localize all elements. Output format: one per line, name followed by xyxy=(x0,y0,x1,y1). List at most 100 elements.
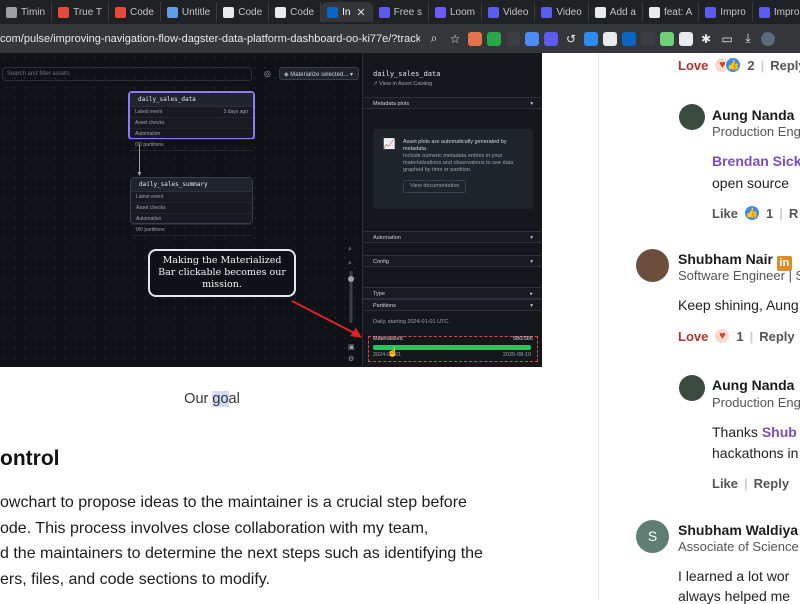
refresh-icon: ◎ xyxy=(264,69,271,78)
like-icon: 👍 xyxy=(725,57,742,73)
profile-avatar[interactable] xyxy=(761,31,775,46)
section-heading: ontrol xyxy=(0,447,60,470)
commenter-role: Production Engi xyxy=(712,395,800,410)
node-row: Latest event 3 days ago xyxy=(130,107,253,118)
article-screenshot: Search and filter assets ◎ ◆ Materialize… xyxy=(0,53,542,367)
reply-button[interactable]: Reply xyxy=(754,476,789,491)
reaction-count: 1 xyxy=(766,205,774,221)
extension-icon[interactable] xyxy=(603,31,617,46)
reply-button[interactable]: R xyxy=(789,206,798,221)
extension-icon[interactable] xyxy=(506,31,520,46)
bookmark-star-icon[interactable]: ☆ xyxy=(447,32,463,46)
paragraph-line: ode. This process involves close collabo… xyxy=(0,519,429,537)
commenter-role: Associate of Science xyxy=(678,539,799,554)
tab-title: Add a xyxy=(609,6,636,18)
tab-title: Free s xyxy=(393,6,422,18)
tab-favicon-icon xyxy=(434,6,446,18)
sidebar-icon[interactable]: ▭ xyxy=(719,32,735,46)
metadata-plots-empty-state: 📈 Asset plots are automatically generate… xyxy=(373,129,533,209)
svg-text:▣: ▣ xyxy=(348,344,355,351)
tab-title: Untitle xyxy=(181,6,211,18)
zoom-icon[interactable]: ⌕ xyxy=(426,31,442,46)
browser-tab[interactable]: Free s xyxy=(373,2,429,22)
browser-tab[interactable]: Code xyxy=(217,2,270,22)
view-documentation-button: View documentation xyxy=(403,180,467,193)
extension-icon[interactable] xyxy=(584,31,598,46)
tab-title: True T xyxy=(73,6,102,18)
tab-title: Code xyxy=(290,6,315,18)
browser-tab-strip: Timin True T Code Untitle Code Code In ✕ Free s L… xyxy=(0,0,800,24)
commenter-name[interactable]: Aung Nanda xyxy=(712,377,794,393)
node-row: Asset checks xyxy=(131,203,252,214)
svg-text:⚙: ⚙ xyxy=(348,355,354,363)
browser-tab[interactable]: Video xyxy=(535,2,589,22)
browser-tab[interactable]: Add a xyxy=(589,2,643,22)
node-row: Automation xyxy=(131,214,252,225)
browser-tab[interactable]: Untitle xyxy=(161,2,218,22)
browser-tab[interactable]: In ✕ xyxy=(321,2,373,22)
browser-tab[interactable]: Code xyxy=(109,2,161,22)
download-icon[interactable]: ⤓ xyxy=(740,31,756,46)
tab-favicon-icon xyxy=(594,6,606,18)
comment-actions: Love ♥ 1 | Reply xyxy=(678,328,795,344)
reply-button[interactable]: Reply xyxy=(770,58,800,73)
like-button[interactable]: Like xyxy=(712,476,738,491)
history-icon[interactable]: ↺ xyxy=(563,32,579,46)
tab-favicon-icon xyxy=(275,6,287,18)
browser-tab[interactable]: Video xyxy=(482,2,536,22)
automation-section: Automation ▾ xyxy=(363,231,542,243)
node-row: Asset checks xyxy=(130,118,253,129)
extension-icon[interactable] xyxy=(622,31,636,46)
tab-favicon-icon xyxy=(114,6,126,18)
tab-favicon-icon xyxy=(758,6,770,18)
extension-icon[interactable] xyxy=(544,31,558,46)
annotation-callout: Making the Materialized Bar clickable be… xyxy=(148,249,296,297)
type-section: Type ▸ xyxy=(363,287,542,299)
extension-icon[interactable] xyxy=(487,31,501,46)
extension-icon[interactable] xyxy=(525,31,539,46)
extension-icon[interactable] xyxy=(468,31,482,46)
comment-mention[interactable]: Brendan Sick xyxy=(712,153,800,169)
panel-title: daily_sales_data xyxy=(373,70,441,78)
materialized-count: 586/586 xyxy=(513,336,533,342)
reply-button[interactable]: Reply xyxy=(759,329,794,344)
close-tab-icon[interactable]: ✕ xyxy=(356,6,365,19)
asset-node-daily-sales-data: daily_sales_data Latest event 3 days ago A… xyxy=(128,91,255,151)
comment-text: I learned a lot wor xyxy=(678,568,790,584)
config-section: Config ▾ xyxy=(363,255,542,267)
tab-favicon-icon xyxy=(487,6,499,18)
reaction-count: 1 xyxy=(736,328,744,344)
browser-tab[interactable]: Code xyxy=(269,2,322,22)
like-button[interactable]: Like xyxy=(712,206,738,221)
extensions-puzzle-icon[interactable]: ✱ xyxy=(698,32,714,46)
extension-icon[interactable] xyxy=(641,31,655,46)
node-title: daily_sales_data xyxy=(130,93,253,107)
browser-tab[interactable]: True T xyxy=(52,2,109,22)
node-row: 0/0 partitions xyxy=(131,225,252,236)
materialized-label: Materialized xyxy=(373,336,403,342)
avatar[interactable] xyxy=(636,249,669,282)
url-input[interactable]: com/pulse/improving-navigation-flow-dags… xyxy=(0,33,420,45)
avatar[interactable] xyxy=(679,375,705,401)
tab-title: Code xyxy=(129,6,154,18)
comment-actions: Like 👍 1 | R xyxy=(712,205,799,221)
love-reaction-button[interactable]: Love xyxy=(678,329,708,344)
browser-tab[interactable]: Timin xyxy=(0,2,53,22)
avatar[interactable]: S xyxy=(636,520,669,553)
range-end: 2025-08-10 xyxy=(503,352,532,358)
tab-title: Video xyxy=(502,6,529,18)
commenter-role: Production Engi xyxy=(712,124,800,139)
materialize-selected-button: ◆ Materialize selected... ▾ xyxy=(279,67,359,80)
browser-tab[interactable]: Impro xyxy=(699,2,753,22)
tab-title: Code xyxy=(238,6,263,18)
browser-tab[interactable]: Loom xyxy=(429,2,482,22)
extension-icon[interactable] xyxy=(660,31,674,46)
avatar[interactable] xyxy=(679,104,705,130)
tab-favicon-icon xyxy=(705,6,717,18)
extension-icon[interactable] xyxy=(679,31,693,46)
love-reaction-button[interactable]: Love xyxy=(678,58,708,73)
browser-tab[interactable]: Impro xyxy=(753,2,800,22)
browser-tab[interactable]: feat: A xyxy=(643,2,700,22)
commenter-name[interactable]: Aung Nanda xyxy=(712,107,794,123)
commenter-name[interactable]: Shubham Waldiya xyxy=(678,522,798,538)
